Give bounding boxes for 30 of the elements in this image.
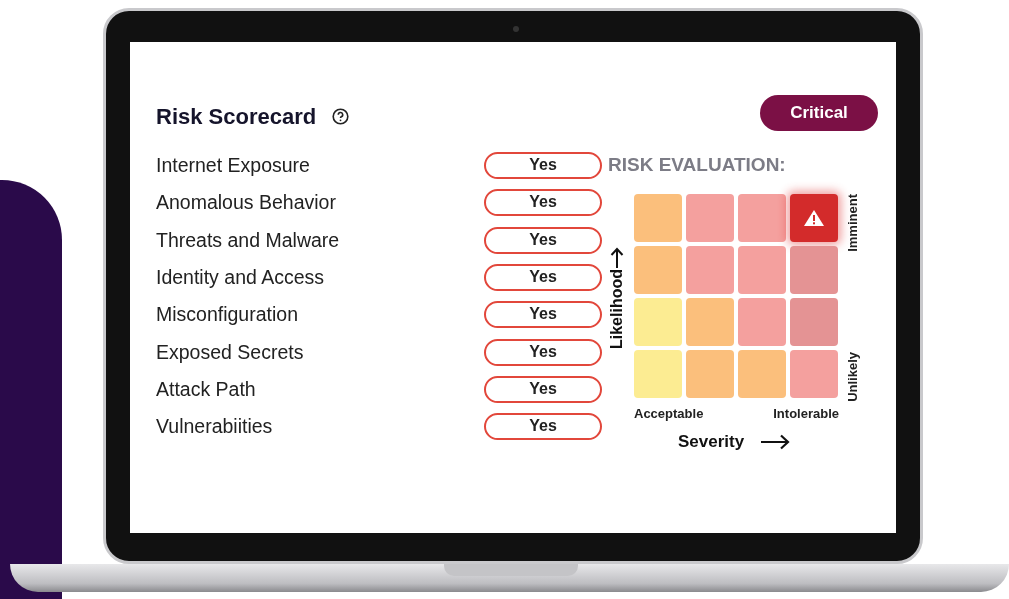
answer-pill: Yes — [484, 338, 602, 366]
factor-label: Vulnerabiities — [156, 414, 274, 440]
axis-label: Unlikely — [844, 351, 861, 402]
factor-label: Misconfiguration — [156, 302, 299, 328]
axis-label: Likelihood — [607, 268, 626, 349]
answer-pill: Yes — [484, 152, 602, 180]
answer-pill: Yes — [484, 264, 602, 292]
factor-label: Internet Exposure — [156, 153, 311, 178]
answer-pill: Yes — [484, 375, 602, 403]
warning-icon — [803, 208, 825, 227]
answer-pill: Yes — [484, 413, 602, 441]
factor-label: Exposed Secrets — [156, 339, 305, 365]
arrow-up-icon — [610, 246, 624, 269]
arrow-right-icon — [760, 433, 791, 450]
factor-label: Anomalous Behavior — [156, 190, 337, 216]
help-icon[interactable] — [332, 108, 350, 125]
status-badge: Critical — [760, 95, 878, 131]
factor-label: Identity and Access — [156, 264, 326, 290]
factor-label: Attack Path — [156, 376, 257, 402]
answer-pill: Yes — [484, 189, 602, 217]
axis-label: Imminent — [844, 193, 861, 252]
axis-label: Acceptable — [634, 404, 704, 423]
answer-pill: Yes — [484, 226, 602, 254]
axis-label: Severity — [678, 431, 745, 453]
axis-label: Intolerable — [773, 404, 839, 423]
camera-icon — [513, 26, 519, 32]
card-title: Risk Scorecard — [156, 103, 317, 131]
section-title: RISK EVALUATION: — [608, 153, 786, 177]
factor-label: Threats and Malware — [156, 227, 341, 253]
answer-pill: Yes — [484, 301, 602, 329]
